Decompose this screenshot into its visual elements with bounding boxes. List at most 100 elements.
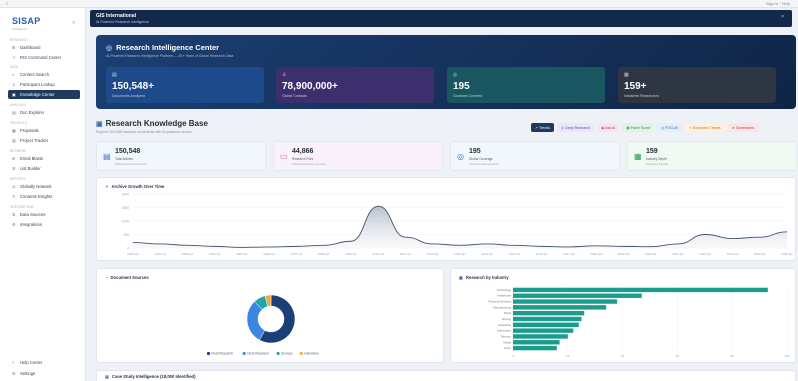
growth-line [132,205,788,248]
sidebar-item-label: Knowledge Center [20,92,55,97]
hero-title-text: Research Intelligence Center [116,43,220,52]
tab-3[interactable]: ▦ Panel Score [622,123,655,132]
y-tick-label: 500 [124,233,130,237]
close-icon[interactable]: × [781,14,784,20]
card-desc: Indexed research repository [292,162,327,166]
x-tick-label: 100 [784,354,789,358]
menu-icon[interactable]: ≡ [6,1,8,6]
sidebar-item-label: RIS Command Center [20,55,62,60]
sidebar-item-content-search[interactable]: ⌕ Content Search [8,70,80,79]
sidebar-item-global-network[interactable]: ◎ Globally Network [8,182,80,191]
x-tick-label: 2021-Q1 [672,252,684,256]
y-tick-label: 1000 [122,220,129,224]
tab-6[interactable]: ★ Summaries [727,123,759,132]
nav-section-integrations: Integrations [10,205,34,209]
industry-bar [513,287,768,293]
pen-icon: ✎ [12,194,16,199]
y-tick-label: 2000 [122,193,129,197]
sidebar-item-label: Doc Explorer [20,110,45,115]
logo-subtitle: Intelligence [12,27,28,31]
sidebar-item-help-center[interactable]: ? Help Center [8,358,80,367]
knowledge-base-subtitle: Explore 150,548 research documents with … [96,130,192,134]
hero-subtitle: AI-Powered Research Intelligence Platfor… [106,54,234,58]
org-title: GIS International [96,13,137,19]
grid-icon: ▦ [12,128,16,133]
nav-section-data: Data [10,65,19,69]
x-tick-label: 2010-Q1 [372,252,384,256]
x-tick-label: 2023-Q1 [727,252,739,256]
nav-section-analysis: Analysis [10,103,26,107]
panel-title-text: Case Study Intelligence (18,000 Identifi… [111,374,196,379]
card-label: Research Files [292,157,314,161]
document-icon: ▤ [12,110,16,115]
x-tick-label: 2017-Q1 [563,252,575,256]
settings-icon: ⚙ [12,371,16,376]
sidebar-item-knowledge-center[interactable]: ▣ Knowledge Center [8,90,80,99]
x-tick-label: 60 [676,354,680,358]
y-tick-label: 1500 [122,206,129,210]
archive-growth-panel: ↗ Archive Growth Over Time 2000 1500 1000 50… [96,177,796,261]
sidebar-item-project-tracker[interactable]: ▥ Project Tracker [8,136,80,145]
kb-card-total-articles[interactable]: ▤ 150,548 Total Articles With AI-powered re… [96,141,266,171]
sidebar-item-participant-lookup[interactable]: ♙ Participant Lookup [8,80,80,89]
sidebar-item-list-builder[interactable]: ☰ List Builder [8,164,80,173]
nav-section-network: Network [10,149,27,153]
x-tick-label: 2001-Q1 [127,252,139,256]
industry-bar [513,310,585,316]
stat-label: Industries Researched [624,94,660,98]
x-tick-label: 0 [512,354,514,358]
sidebar-item-settings[interactable]: ⚙ Settings [8,369,80,378]
stat-contacts: ♙ 78,900,000+ Global Contacts [276,67,434,103]
industry-bar [513,322,579,328]
account-links[interactable]: Sign in · Help [766,1,790,6]
collapse-sidebar-icon[interactable]: « [72,20,75,26]
x-tick-label: 20 [566,354,570,358]
tab-5[interactable]: ✧ Economic Trends [684,123,725,132]
sidebar-item-integrations[interactable]: ⚙ Integrations [8,220,80,229]
stat-value: 195 [453,81,470,92]
x-tick-label: 2018-Q1 [590,252,602,256]
industry-bar [513,334,568,339]
sidebar-item-label: Dashboard [20,45,41,50]
kb-card-industry-depth[interactable]: ▦ 159 Industry Depth Industries tracked [627,141,797,171]
card-desc: With AI-powered research [115,162,148,166]
sidebar-item-label: List Builder [20,166,41,171]
category-label: Education [499,323,512,327]
sidebar-item-label: Data Sources [20,212,46,217]
trend-icon: ↗ [12,55,16,60]
x-tick-label: 2002-Q1 [154,252,166,256]
kb-card-global-coverage[interactable]: ◎ 195 Global Coverage Countries with resear… [450,141,620,171]
sidebar-item-email-blasts[interactable]: ✉ Email Blasts [8,154,80,163]
sidebar-item-proposals[interactable]: ▦ Proposals [8,126,80,135]
sidebar-item-contents-insights[interactable]: ✎ Contents Insights [8,192,80,201]
x-tick-label: 2008-Q1 [318,252,330,256]
kb-card-research-files[interactable]: ▭ 44,866 Research Files Indexed research re… [273,141,443,171]
x-tick-label: 2007-Q1 [291,252,303,256]
sidebar-item-label: Settings [20,371,36,376]
x-tick-label: 2016-Q1 [536,252,548,256]
tab-0[interactable]: ↗ Trends [531,123,554,132]
document-icon: ▤ [112,72,117,78]
card-label: Global Coverage [469,157,493,161]
browser-strip: ≡ Sign in · Help [0,0,798,8]
help-icon: ? [12,360,15,365]
x-tick-label: 2006-Q1 [263,252,275,256]
document-icon: ▤ [103,152,111,161]
stat-value: 159+ [624,81,647,92]
category-label: Retail [504,311,512,315]
sidebar-item-dashboard[interactable]: ⊞ Dashboard [8,43,80,52]
sidebar-item-command-center[interactable]: ↗ RIS Command Center [8,53,80,62]
legend-swatch [299,352,303,355]
stat-documents: ▤ 150,548+ Documents Analyzed [106,67,264,103]
tab-1[interactable]: ◎ Deep Research [557,123,595,132]
knowledge-base-title: ▣ Research Knowledge Base [96,119,208,128]
category-label: Manufacturing [493,305,511,309]
sidebar-item-doc-explorer[interactable]: ▤ Doc Explorer [8,108,80,117]
sidebar-item-data-sources[interactable]: ⇅ Data Sources [8,210,80,219]
tab-4[interactable]: ◎ FOCUS [657,123,682,132]
book-icon: ▣ [96,120,103,128]
x-tick-label: 2003-Q1 [182,252,194,256]
sidebar-item-label: Email Blasts [20,156,44,161]
app-logo[interactable]: SISAP [12,16,41,26]
tab-2[interactable]: ◉ Ask AI [597,123,620,132]
